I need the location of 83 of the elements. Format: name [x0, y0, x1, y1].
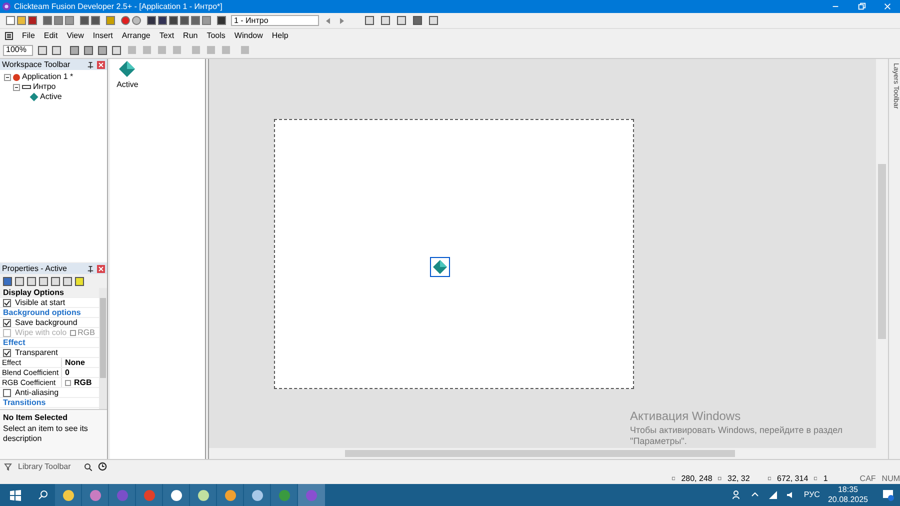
network-icon[interactable]	[768, 490, 778, 500]
status-field: 672, 314	[777, 472, 808, 484]
notification-icon[interactable]	[882, 489, 894, 501]
collapse-icon[interactable]	[13, 84, 20, 90]
panel-title: Workspace Toolbar	[2, 58, 70, 70]
search-icon[interactable]	[38, 490, 48, 500]
active-object[interactable]	[430, 257, 450, 277]
property-label: Save background	[15, 317, 78, 328]
clock-time[interactable]: 18:35	[838, 485, 858, 495]
group-header: Display Options	[3, 288, 64, 298]
checkbox[interactable]	[3, 388, 11, 396]
people-icon[interactable]	[732, 490, 742, 500]
next-arrow-icon[interactable]	[339, 16, 345, 24]
pin-icon[interactable]	[87, 264, 94, 272]
color-swatch[interactable]	[65, 380, 71, 386]
menu-item[interactable]: Edit	[44, 30, 58, 42]
previous-arrow-icon[interactable]	[325, 16, 331, 24]
property-label: Wipe with colo	[15, 327, 67, 338]
property-value: 0	[65, 366, 70, 378]
windows-start-icon[interactable]	[10, 490, 21, 500]
menu-item[interactable]: Arrange	[122, 30, 150, 42]
clock-icon[interactable]	[98, 462, 107, 471]
pin-icon[interactable]	[87, 60, 94, 68]
panel-title: Properties - Active	[2, 262, 67, 274]
section-header: Background options	[3, 306, 81, 318]
taskbar-button[interactable]	[55, 484, 82, 506]
object-label[interactable]: Active	[116, 79, 138, 91]
menu-icon[interactable]	[5, 32, 13, 40]
menu-item[interactable]: File	[22, 30, 35, 42]
activation-title: Активация Windows	[630, 408, 742, 425]
window-title: Clickteam Fusion Developer 2.5+ - [Application 1 - Интро*]	[14, 0, 222, 12]
status-field: 280, 248	[681, 472, 712, 484]
diamond-icon	[119, 61, 136, 77]
frame-select[interactable]: 1 - Интро	[231, 15, 319, 26]
library-toolbar-tab[interactable]: Library Toolbar	[18, 460, 78, 472]
property-value: RGB	[74, 376, 92, 388]
description-text: Select an item to see its description	[3, 424, 89, 444]
close-icon[interactable]	[882, 2, 892, 11]
filter-icon[interactable]	[4, 462, 12, 470]
menu-item[interactable]: Insert	[92, 30, 113, 42]
menu-item[interactable]: Window	[234, 30, 263, 42]
close-icon[interactable]	[97, 60, 105, 68]
property-label: Transparent	[15, 346, 58, 358]
collapse-icon[interactable]	[4, 74, 11, 80]
search-icon[interactable]	[84, 462, 92, 470]
checkbox[interactable]	[3, 298, 11, 306]
property-value: None	[65, 356, 85, 368]
tree-item[interactable]: Интро	[33, 81, 56, 93]
zoom-select[interactable]: 100%	[3, 44, 33, 56]
menu-item[interactable]: Help	[272, 30, 288, 42]
property-label: Visible at start	[15, 297, 66, 308]
taskbar-button[interactable]	[217, 484, 244, 506]
status-field: 32, 32	[728, 472, 750, 484]
app-logo-icon	[2, 2, 11, 11]
tree-item[interactable]: Active	[40, 91, 62, 103]
menu-item[interactable]: Text	[159, 30, 174, 42]
tree-item[interactable]: Application 1 *	[22, 71, 74, 83]
section-header: Transitions	[3, 397, 46, 408]
property-label: Anti-aliasing	[15, 386, 59, 398]
clock-date[interactable]: 20.08.2025	[828, 495, 868, 505]
diamond-icon	[432, 260, 446, 274]
checkbox[interactable]	[3, 318, 11, 326]
description-title: No Item Selected	[3, 412, 68, 424]
activation-text: Чтобы активировать Windows, перейдите в раздел "Параметры".	[630, 425, 844, 447]
taskbar-button[interactable]	[190, 484, 217, 506]
menu-item[interactable]: Run	[183, 30, 198, 42]
restore-icon[interactable]	[856, 2, 866, 11]
status-field: CAF	[860, 472, 876, 484]
property-value: RGB	[78, 327, 95, 338]
taskbar-button[interactable]	[163, 484, 190, 506]
close-icon[interactable]	[97, 264, 105, 272]
scrollbar[interactable]	[99, 288, 107, 409]
taskbar-button[interactable]	[244, 484, 271, 506]
checkbox[interactable]	[3, 348, 11, 356]
horizontal-scrollbar[interactable]	[209, 448, 888, 459]
status-field: NUM	[882, 472, 900, 484]
section-header: Effect	[3, 337, 26, 348]
color-swatch[interactable]	[70, 330, 76, 336]
menu-item[interactable]: Tools	[206, 30, 226, 42]
language-indicator[interactable]: РУС	[804, 489, 820, 501]
status-field: 1	[823, 472, 828, 484]
vertical-scrollbar[interactable]	[876, 59, 888, 448]
menu-item[interactable]: View	[66, 30, 84, 42]
